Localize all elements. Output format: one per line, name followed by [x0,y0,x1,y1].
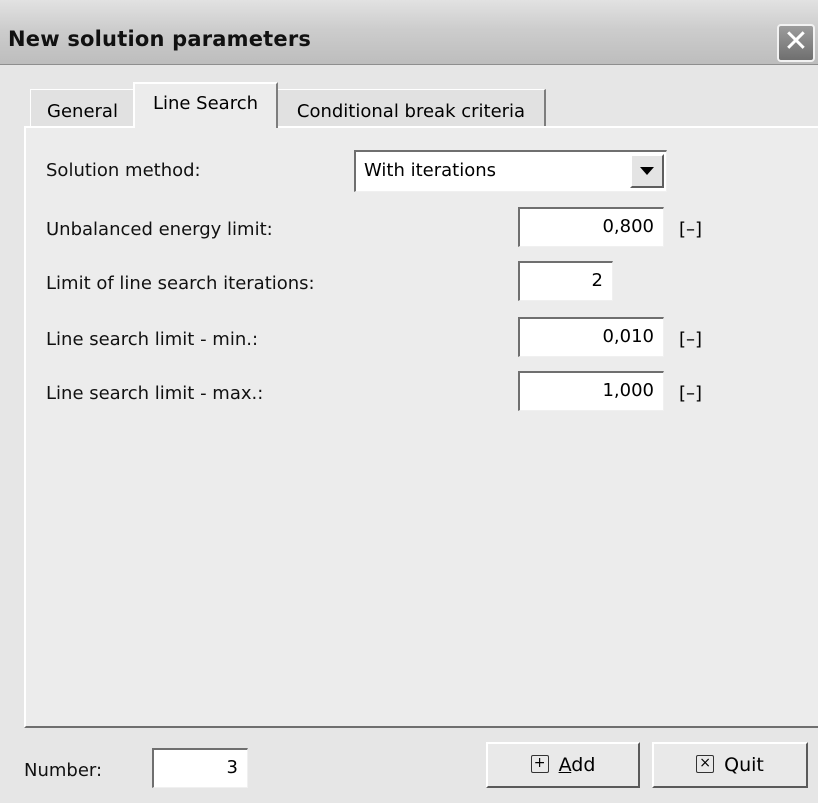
plus-box-icon: + [530,754,549,773]
tab-general[interactable]: General [30,89,134,127]
number-label: Number: [24,760,103,781]
tab-general-label: General [47,101,118,122]
number-input[interactable]: 3 [152,748,248,788]
quit-button-label: Quit [724,754,764,776]
quit-button[interactable]: × Quit [652,742,808,788]
dialog-window: New solution parameters ✕ General Line S… [0,0,818,803]
add-button-mnemonic: A [558,754,572,776]
solution-method-value: With iterations [364,160,497,181]
add-button-label: dd [571,754,596,776]
title-bar[interactable]: New solution parameters ✕ [0,0,818,65]
tab-line-search-label: Line Search [152,93,259,114]
line-search-panel [24,126,818,728]
close-button[interactable]: ✕ [777,24,815,62]
x-box-icon: × [696,754,715,773]
tab-conditional-break-criteria[interactable]: Conditional break criteria [278,89,546,127]
close-icon: ✕ [783,24,809,59]
add-button[interactable]: + Add [486,742,640,788]
solution-method-select[interactable]: With iterations [354,150,667,192]
chevron-down-icon[interactable] [630,154,664,188]
dialog-title: New solution parameters [8,27,312,51]
tab-conditional-label: Conditional break criteria [296,101,526,122]
tab-line-search[interactable]: Line Search [133,82,278,128]
